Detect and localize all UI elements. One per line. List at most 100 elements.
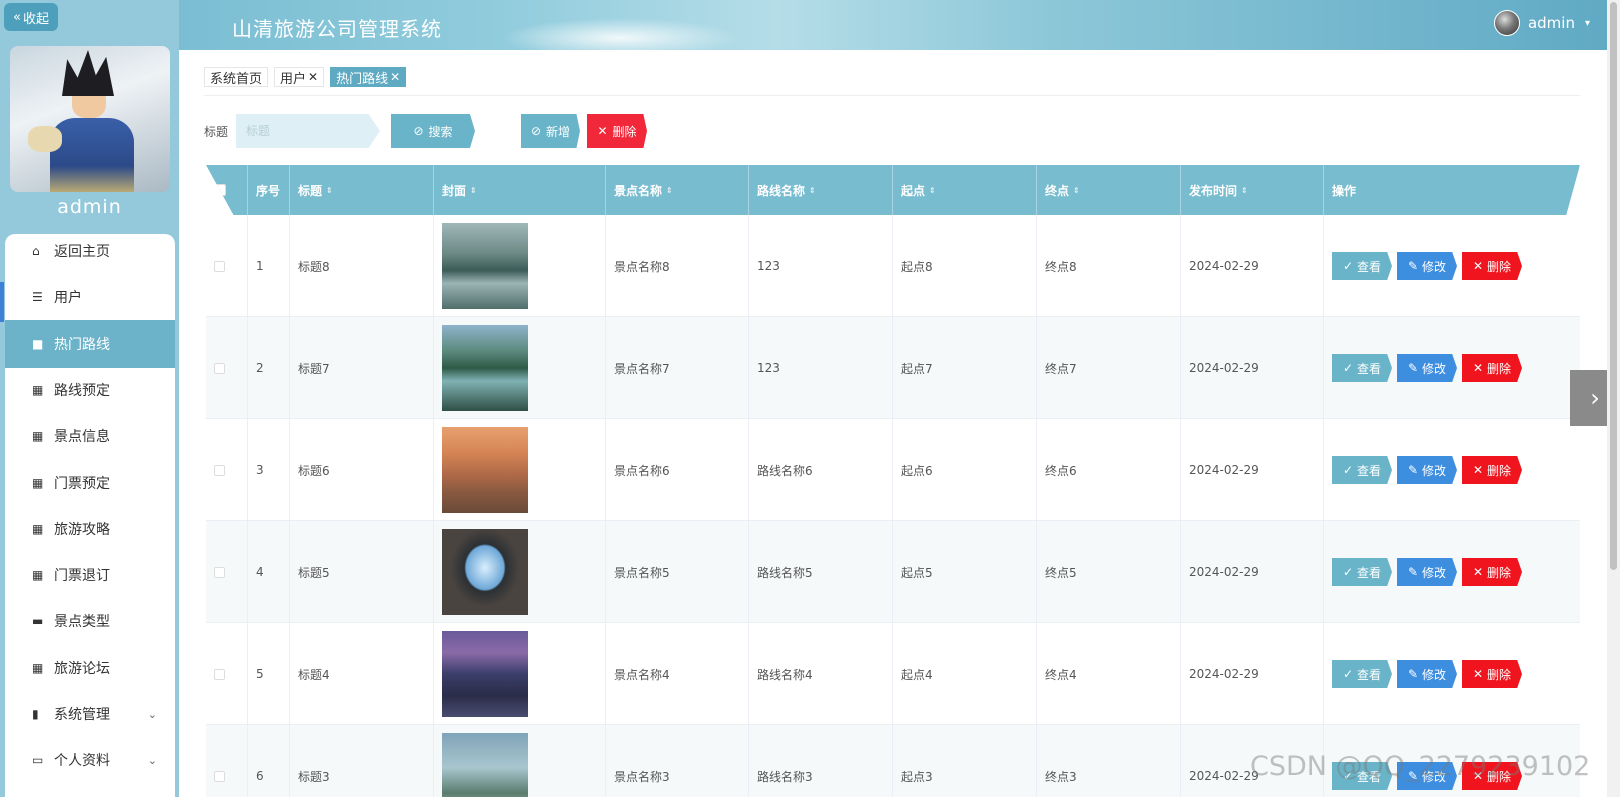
- search-input[interactable]: [236, 114, 380, 148]
- sidebar-item-4[interactable]: ▦ 景点信息: [5, 412, 175, 460]
- scrollbar-thumb[interactable]: [1610, 2, 1617, 570]
- row-select-cell: [206, 419, 248, 521]
- cell-route: 路线名称4: [749, 623, 893, 725]
- delete-button[interactable]: ✕ 删除: [1462, 252, 1522, 280]
- row-checkbox[interactable]: [214, 668, 225, 680]
- close-icon[interactable]: ✕: [390, 70, 400, 84]
- select-all-cell: [206, 165, 248, 215]
- top-header: 山清旅游公司管理系统 admin ▾: [0, 0, 1620, 58]
- close-icon[interactable]: ✕: [308, 70, 318, 84]
- table-row[interactable]: 3 标题6 景点名称6 路线名称6 起点6 终点6 2024-02-29 ✓ 查看 ✎ 修改 ✕ 删除: [206, 419, 1580, 521]
- edit-button[interactable]: ✎ 修改: [1397, 558, 1457, 586]
- delete-button[interactable]: ✕ 删除: [1462, 660, 1522, 688]
- view-button[interactable]: ✓ 查看: [1332, 558, 1392, 586]
- table-row[interactable]: 2 标题7 景点名称7 123 起点7 终点7 2024-02-29 ✓ 查看 ✎ 修改 ✕ 删除: [206, 317, 1580, 419]
- sidebar-item-label: 路线预定: [54, 382, 110, 399]
- cell-start: 起点7: [893, 317, 1037, 419]
- row-select-cell: [206, 623, 248, 725]
- edit-button[interactable]: ✎ 修改: [1397, 660, 1457, 688]
- table-row[interactable]: 5 标题4 景点名称4 路线名称4 起点4 终点4 2024-02-29 ✓ 查看 ✎ 修改 ✕ 删除: [206, 623, 1580, 725]
- column-header[interactable]: 序号: [248, 165, 290, 215]
- cell-route: 123: [749, 317, 893, 419]
- row-select-cell: [206, 725, 248, 797]
- sidebar-item-5[interactable]: ▦ 门票预定: [5, 459, 175, 507]
- edit-button[interactable]: ✎ 修改: [1397, 252, 1457, 280]
- sidebar-item-3[interactable]: ▦ 路线预定: [5, 366, 175, 414]
- user-avatar: [1493, 10, 1520, 36]
- sidebar-item-label: 旅游攻略: [54, 521, 110, 538]
- cover-image[interactable]: [442, 631, 528, 717]
- cover-image[interactable]: [442, 733, 528, 797]
- column-header[interactable]: 终点 ⇕: [1037, 165, 1181, 215]
- column-header[interactable]: 路线名称 ⇕: [749, 165, 893, 215]
- cell-spot: 景点名称6: [606, 419, 749, 521]
- sidebar-item-7[interactable]: ▦ 门票退订: [5, 551, 175, 599]
- actions-cell: ✓ 查看 ✎ 修改 ✕ 删除: [1324, 317, 1580, 419]
- column-header[interactable]: 景点名称 ⇕: [606, 165, 749, 215]
- cover-image[interactable]: [442, 325, 528, 411]
- sidebar-item-11[interactable]: ▭ 个人资料 ⌄: [5, 736, 175, 784]
- tab-0[interactable]: 系统首页: [204, 67, 269, 87]
- row-checkbox[interactable]: [214, 566, 225, 578]
- sort-icon[interactable]: ⇕: [929, 186, 936, 195]
- collapse-button[interactable]: « 收起: [4, 3, 58, 31]
- row-checkbox[interactable]: [214, 260, 225, 272]
- cover-image[interactable]: [442, 427, 528, 513]
- sidebar-item-1[interactable]: ☰ 用户: [5, 273, 175, 321]
- row-checkbox[interactable]: [214, 362, 225, 374]
- close-icon: ✕: [1472, 463, 1484, 477]
- cover-image[interactable]: [442, 529, 528, 615]
- watermark: CSDN @QQ_2279239102: [1250, 751, 1591, 782]
- sidebar-item-10[interactable]: ▮ 系统管理 ⌄: [5, 690, 175, 738]
- sort-icon[interactable]: ⇕: [809, 186, 816, 195]
- add-button[interactable]: ⊘ 新增: [521, 114, 580, 148]
- close-icon: ✕: [1472, 667, 1484, 681]
- column-header[interactable]: 操作: [1324, 165, 1580, 215]
- sort-icon[interactable]: ⇕: [470, 186, 477, 195]
- column-header[interactable]: 发布时间 ⇕: [1181, 165, 1324, 215]
- cell-index: 5: [248, 623, 290, 725]
- select-all-checkbox[interactable]: [214, 184, 226, 196]
- delete-button[interactable]: ✕ 删除: [1462, 354, 1522, 382]
- search-button[interactable]: ⊘ 搜索: [391, 114, 475, 148]
- edit-button[interactable]: ✎ 修改: [1397, 456, 1457, 484]
- close-icon: ✕: [1472, 361, 1484, 375]
- table-row[interactable]: 4 标题5 景点名称5 路线名称5 起点5 终点5 2024-02-29 ✓ 查看 ✎ 修改 ✕ 删除: [206, 521, 1580, 623]
- sidebar-item-0[interactable]: ⌂ 返回主页: [5, 227, 175, 275]
- batch-delete-button[interactable]: ✕ 删除: [587, 114, 647, 148]
- sidebar-item-9[interactable]: ▦ 旅游论坛: [5, 644, 175, 692]
- sort-icon[interactable]: ⇕: [666, 186, 673, 195]
- edit-icon: ✎: [1407, 667, 1419, 681]
- column-header[interactable]: 标题 ⇕: [290, 165, 434, 215]
- table-row[interactable]: 1 标题8 景点名称8 123 起点8 终点8 2024-02-29 ✓ 查看 ✎ 修改 ✕ 删除: [206, 215, 1580, 317]
- column-header[interactable]: 起点 ⇕: [893, 165, 1037, 215]
- view-button[interactable]: ✓ 查看: [1332, 456, 1392, 484]
- sort-icon[interactable]: ⇕: [326, 186, 333, 195]
- delete-button[interactable]: ✕ 删除: [1462, 558, 1522, 586]
- profile-name: admin: [57, 196, 122, 218]
- sidebar-item-label: 返回主页: [54, 244, 110, 260]
- delete-button[interactable]: ✕ 删除: [1462, 456, 1522, 484]
- sidebar-item-6[interactable]: ▦ 旅游攻略: [5, 505, 175, 553]
- check-icon: ✓: [1342, 361, 1354, 375]
- view-button[interactable]: ✓ 查看: [1332, 354, 1392, 382]
- view-button[interactable]: ✓ 查看: [1332, 252, 1392, 280]
- cover-cell: [434, 521, 606, 623]
- cover-image[interactable]: [442, 223, 528, 309]
- search-icon: ⊘: [413, 124, 424, 138]
- user-menu[interactable]: admin ▾: [1493, 10, 1590, 36]
- column-header[interactable]: 封面 ⇕: [434, 165, 606, 215]
- tab-2[interactable]: 热门路线 ✕: [330, 67, 407, 87]
- row-checkbox[interactable]: [214, 464, 225, 476]
- edit-button[interactable]: ✎ 修改: [1397, 354, 1457, 382]
- tab-1[interactable]: 用户 ✕: [274, 67, 325, 87]
- view-button[interactable]: ✓ 查看: [1332, 660, 1392, 688]
- sort-icon[interactable]: ⇕: [1073, 186, 1080, 195]
- row-checkbox[interactable]: [214, 770, 225, 782]
- sidebar-item-2[interactable]: ■ 热门路线: [5, 319, 175, 368]
- scrollbar[interactable]: [1607, 0, 1620, 797]
- sidebar-item-label: 景点类型: [54, 614, 110, 631]
- sort-icon[interactable]: ⇕: [1241, 186, 1248, 195]
- sidebar-item-8[interactable]: ▬ 景点类型: [5, 597, 175, 645]
- chevron-down-icon: ⌄: [147, 707, 157, 721]
